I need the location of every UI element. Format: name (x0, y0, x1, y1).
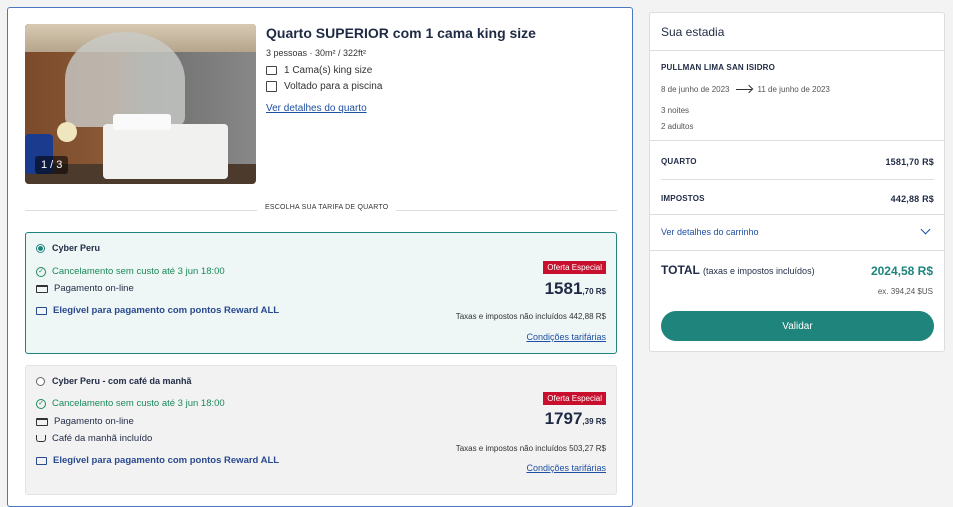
check-circle-icon: ✓ (36, 266, 46, 277)
tax-note: Taxas e impostos não incluídos 503,27 R$ (455, 444, 606, 453)
room-photo[interactable]: 1 / 3 (25, 24, 256, 184)
cancel-policy: ✓ Cancelamento sem custo até 3 jun 18:00 (36, 398, 225, 409)
bed-feature-label: 1 Cama(s) king size (284, 65, 373, 76)
stay-dates: 8 de junho de 2023 11 de junho de 2023 (661, 85, 830, 94)
adults-count: 2 adultos (661, 122, 694, 131)
room-title: Quarto SUPERIOR com 1 cama king size (266, 25, 536, 41)
cart-details-link[interactable]: Ver detalhes do carrinho (661, 227, 759, 237)
tax-row: IMPOSTOS 442,88 R$ (661, 194, 934, 204)
total-subtitle: (taxas e impostos incluídos) (703, 266, 815, 276)
arrow-right-icon (735, 89, 752, 90)
rate-option-cyber-peru[interactable]: Cyber Peru ✓ Cancelamento sem custo até … (25, 232, 617, 354)
checkin-date: 8 de junho de 2023 (661, 85, 730, 94)
reward-info: Elegível para pagamento com pontos Rewar… (36, 305, 279, 316)
rate-radio[interactable] (36, 377, 45, 386)
room-price-row: QUARTO 1581,70 R$ (661, 157, 934, 167)
price-cents: ,70 R$ (582, 287, 606, 296)
price-main: 1797 (544, 409, 583, 428)
rate-radio-selected[interactable] (36, 244, 45, 253)
checkout-date: 11 de junho de 2023 (757, 85, 830, 94)
rate-price: 1581,70 R$ (545, 279, 606, 299)
bed-icon (266, 66, 277, 75)
credit-card-icon (36, 284, 48, 293)
nights-count: 3 noites (661, 106, 690, 115)
photo-pillows (113, 114, 171, 130)
photo-bed (103, 124, 228, 179)
room-meta: 3 pessoas · 30m² / 322ft² (266, 48, 367, 58)
stay-summary: Sua estadia PULLMAN LIMA SAN ISIDRO 8 de… (649, 12, 945, 352)
reward-text: Elegível para pagamento com pontos Rewar… (53, 305, 280, 316)
view-feature: Voltado para a piscina (266, 81, 382, 92)
divider (661, 179, 934, 180)
divider (650, 250, 944, 251)
stay-title: Sua estadia (650, 13, 944, 51)
reward-text: Elegível para pagamento com pontos Rewar… (53, 455, 280, 466)
chevron-down-icon[interactable] (920, 224, 931, 235)
total-title: TOTAL (661, 263, 700, 277)
cancel-policy: ✓ Cancelamento sem custo até 3 jun 18:00 (36, 266, 225, 277)
total-label: TOTAL (taxas e impostos incluídos) (661, 263, 815, 277)
cancel-text: Cancelamento sem custo até 3 jun 18:00 (52, 398, 225, 409)
hotel-name: PULLMAN LIMA SAN ISIDRO (661, 63, 776, 72)
room-card: 1 / 3 Quarto SUPERIOR com 1 cama king si… (7, 7, 633, 507)
special-offer-badge: Oferta Especial (543, 261, 606, 274)
price-cents: ,39 R$ (582, 417, 606, 426)
credit-card-icon (36, 417, 48, 426)
view-feature-label: Voltado para a piscina (284, 81, 383, 92)
rate-name: Cyber Peru - com café da manhã (52, 376, 192, 386)
room-details-link[interactable]: Ver detalhes do quarto (266, 103, 367, 114)
total-value: 2024,58 R$ (870, 264, 933, 278)
divider (650, 140, 944, 141)
room-label: QUARTO (661, 157, 697, 166)
bed-feature: 1 Cama(s) king size (266, 65, 372, 76)
price-main: 1581 (544, 279, 583, 298)
payment-info: Pagamento on-line (36, 283, 134, 294)
reward-info: Elegível para pagamento com pontos Rewar… (36, 455, 279, 466)
photo-wall-art (65, 32, 185, 127)
reward-icon (36, 306, 47, 315)
coffee-cup-icon (36, 435, 46, 442)
payment-text: Pagamento on-line (54, 283, 134, 294)
divider (650, 214, 944, 215)
validate-button[interactable]: Validar (661, 311, 934, 341)
special-offer-badge: Oferta Especial (543, 392, 606, 405)
tax-note: Taxas e impostos não incluídos 442,88 R$ (455, 312, 606, 321)
payment-info: Pagamento on-line (36, 416, 134, 427)
breakfast-info: Café da manhã incluído (36, 433, 152, 444)
photo-flowers (57, 122, 77, 142)
reward-icon (36, 456, 47, 465)
tax-label: IMPOSTOS (661, 194, 705, 203)
tax-value: 442,88 R$ (890, 194, 934, 204)
rate-section-header: ESCOLHA SUA TARIFA DE QUARTO (257, 204, 397, 211)
rate-name: Cyber Peru (52, 243, 101, 253)
breakfast-text: Café da manhã incluído (52, 433, 153, 444)
rate-price: 1797,39 R$ (545, 409, 606, 429)
rate-conditions-link[interactable]: Condições tarifárias (526, 332, 606, 342)
window-icon (266, 81, 277, 92)
rate-conditions-link[interactable]: Condições tarifárias (526, 463, 606, 473)
room-value: 1581,70 R$ (885, 157, 934, 167)
rate-option-cyber-peru-breakfast[interactable]: Cyber Peru - com café da manhã ✓ Cancela… (25, 365, 617, 495)
cancel-text: Cancelamento sem custo até 3 jun 18:00 (52, 266, 225, 277)
total-usd: ex. 394,24 $US (877, 287, 933, 296)
payment-text: Pagamento on-line (54, 416, 134, 427)
photo-counter: 1 / 3 (35, 156, 69, 174)
check-circle-icon: ✓ (36, 398, 46, 409)
